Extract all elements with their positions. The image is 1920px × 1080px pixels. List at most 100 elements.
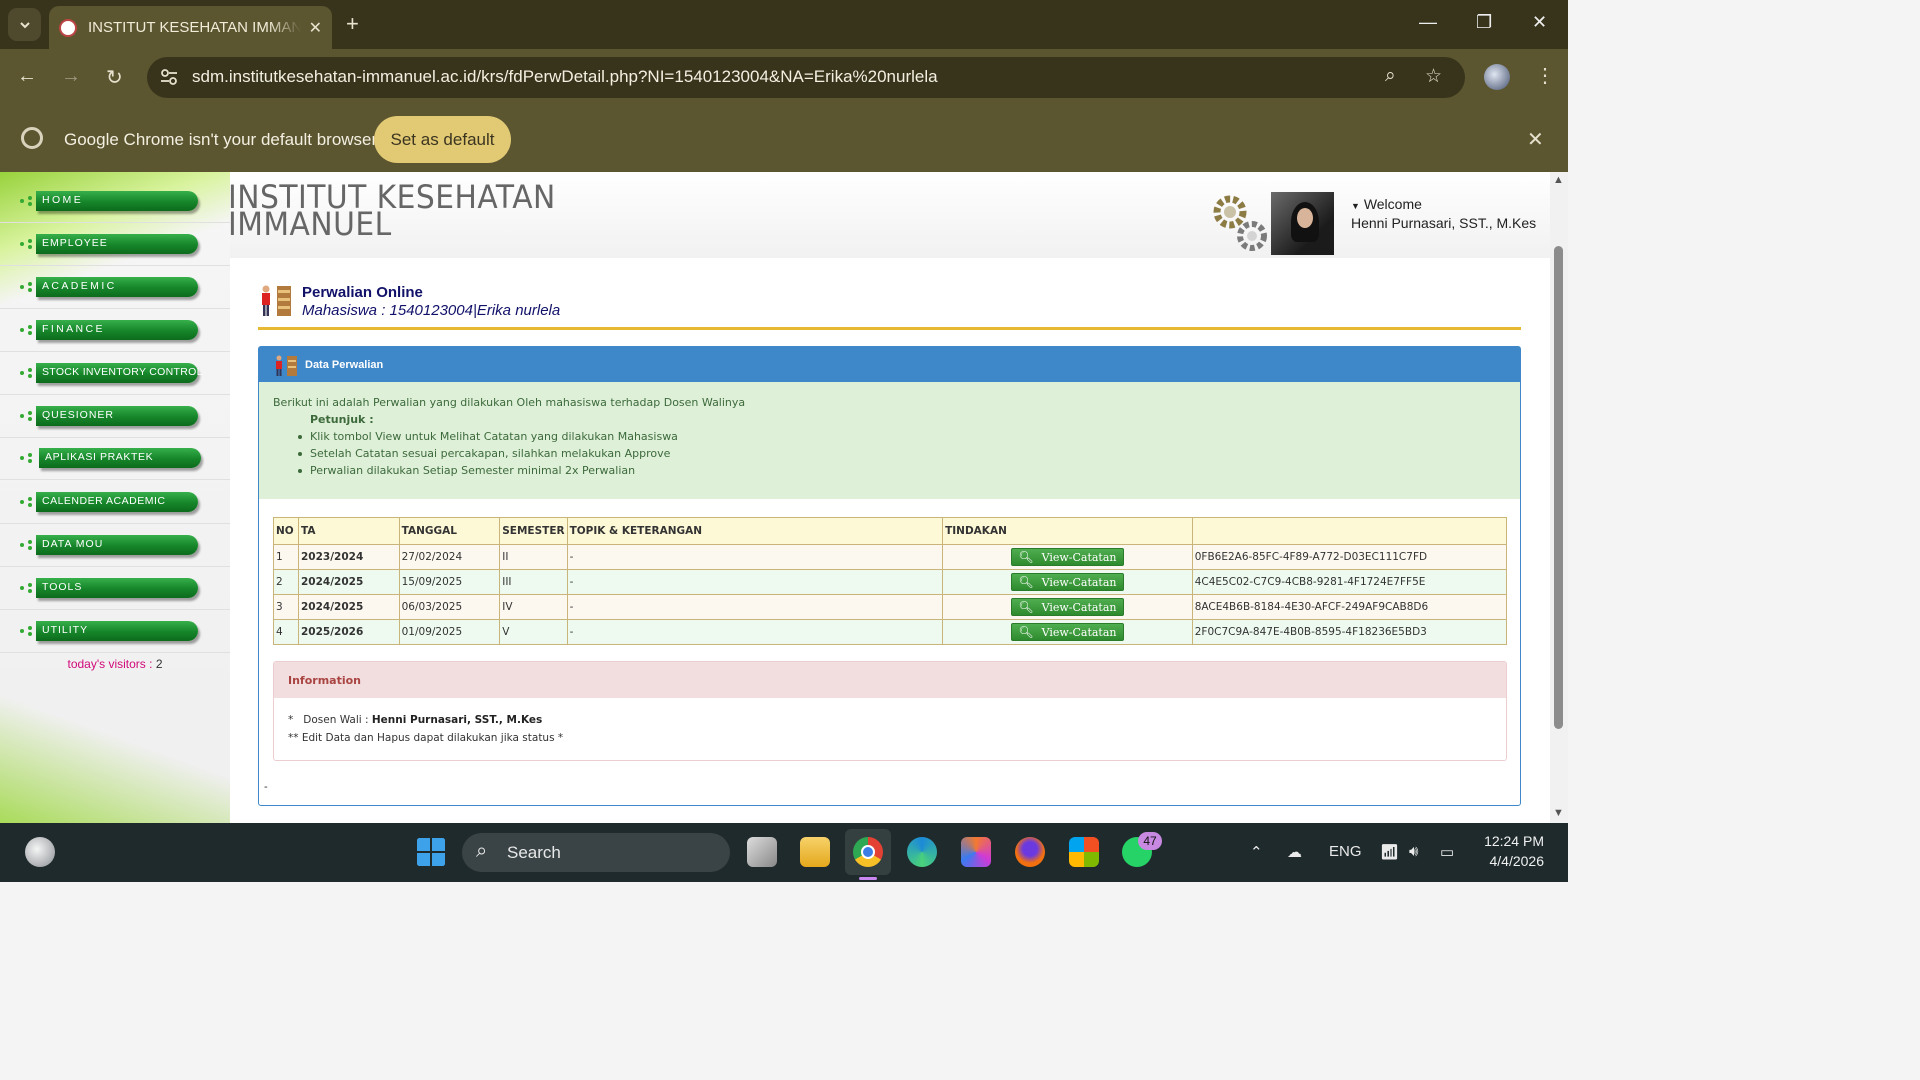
instructions-intro: Berikut ini adalah Perwalian yang dilaku… bbox=[273, 396, 746, 409]
information-title: Information bbox=[274, 662, 1506, 698]
taskbar-search-label: Search bbox=[507, 843, 561, 862]
page-scrollbar[interactable]: ▲ ▼ bbox=[1550, 172, 1568, 823]
scrollbar-thumb[interactable] bbox=[1554, 246, 1563, 729]
share-dots-icon bbox=[20, 368, 32, 378]
sidebar-item-home[interactable]: HOME bbox=[0, 180, 230, 223]
user-menu[interactable]: ▼ Welcome Henni Purnasari, SST., M.Kes bbox=[1351, 196, 1536, 231]
column-header-ta: TA bbox=[297, 517, 400, 545]
tab-search-button[interactable] bbox=[8, 8, 41, 41]
cell-tindakan: 🔍︎ View-Catatan bbox=[942, 619, 1193, 645]
share-dots-icon bbox=[20, 583, 32, 593]
taskbar-search[interactable]: ⌕ Search bbox=[462, 833, 730, 872]
chevron-up-icon[interactable]: ⌃ bbox=[1250, 843, 1263, 861]
cell-id: 0FB6E2A6-85FC-4F89-A772-D03EC111C7FD bbox=[1191, 544, 1508, 570]
default-browser-infobar: Google Chrome isn't your default browser… bbox=[0, 106, 1568, 172]
browser-tab[interactable]: INSTITUT KESEHATAN IMMANUEL ✕ bbox=[49, 6, 332, 49]
view-catatan-button[interactable]: 🔍︎ View-Catatan bbox=[1011, 598, 1124, 616]
cell-tanggal: 15/09/2025 bbox=[398, 569, 501, 595]
information-box: Information * Dosen Wali : Henni Purnasa… bbox=[273, 661, 1507, 761]
sidebar-item-label: APLIKASI PRAKTEK bbox=[39, 448, 201, 468]
sidebar-item-label: CALENDER ACADEMIC bbox=[36, 492, 198, 512]
sidebar-item-tools[interactable]: TOOLS bbox=[0, 567, 230, 610]
more-menu-icon[interactable]: ⋮ bbox=[1535, 63, 1555, 88]
onedrive-cloud-icon[interactable]: ☁ bbox=[1287, 843, 1302, 861]
sidebar-item-stock-inventory-control[interactable]: STOCK INVENTORY CONTROL bbox=[0, 352, 230, 395]
close-tab-icon[interactable]: ✕ bbox=[309, 18, 322, 38]
search-icon: 🔍︎ bbox=[1018, 550, 1034, 564]
panel-title: Data Perwalian bbox=[305, 359, 384, 371]
back-arrow-icon[interactable]: ← bbox=[17, 65, 37, 88]
site-settings-icon[interactable] bbox=[159, 67, 179, 87]
share-dots-icon bbox=[20, 540, 32, 550]
cell-topik: - bbox=[566, 619, 944, 645]
sidebar-item-calender-academic[interactable]: CALENDER ACADEMIC bbox=[0, 481, 230, 524]
close-infobar-icon[interactable]: ✕ bbox=[1527, 127, 1544, 152]
firefox-icon[interactable] bbox=[1015, 837, 1045, 867]
view-catatan-button[interactable]: 🔍︎ View-Catatan bbox=[1011, 548, 1124, 566]
footer-dash: - bbox=[264, 781, 268, 793]
volume-icon[interactable]: 🔊︎ bbox=[1409, 843, 1418, 860]
profile-avatar-icon[interactable] bbox=[1484, 64, 1510, 90]
button-label: View-Catatan bbox=[1041, 600, 1117, 614]
system-clock[interactable]: 12:24 PM 4/4/2026 bbox=[1478, 833, 1544, 873]
address-bar[interactable]: sdm.institutkesehatan-immanuel.ac.id/krs… bbox=[147, 57, 1465, 98]
column-header-topik: TOPIK & KETERANGAN bbox=[566, 517, 944, 545]
sidebar-item-quesioner[interactable]: QUESIONER bbox=[0, 395, 230, 438]
page-viewport: HOME EMPLOYEE ACADEMIC FINANCE STOCK INV… bbox=[0, 172, 1550, 823]
share-dots-icon bbox=[20, 453, 32, 463]
clock-date: 4/4/2026 bbox=[1489, 853, 1545, 869]
sidebar-item-data-mou[interactable]: DATA MOU bbox=[0, 524, 230, 567]
button-label: View-Catatan bbox=[1041, 625, 1117, 639]
site-favicon-icon bbox=[59, 18, 77, 37]
windows-start-icon[interactable] bbox=[416, 837, 446, 867]
panel-header: Data Perwalian bbox=[259, 347, 1520, 382]
view-catatan-button[interactable]: 🔍︎ View-Catatan bbox=[1011, 623, 1124, 641]
column-header-tanggal: TANGGAL bbox=[398, 517, 501, 545]
language-indicator[interactable]: ENG bbox=[1329, 843, 1362, 860]
microsoft-store-icon[interactable] bbox=[1069, 837, 1099, 867]
sidebar-item-aplikasi-praktek[interactable]: APLIKASI PRAKTEK bbox=[0, 437, 230, 480]
cell-topik: - bbox=[566, 569, 944, 595]
view-catatan-button[interactable]: 🔍︎ View-Catatan bbox=[1011, 573, 1124, 591]
share-dots-icon bbox=[20, 196, 32, 206]
minimize-icon[interactable]: — bbox=[1419, 12, 1437, 33]
edge-icon[interactable] bbox=[907, 837, 937, 867]
cell-topik: - bbox=[566, 594, 944, 620]
close-window-icon[interactable]: ✕ bbox=[1532, 12, 1547, 33]
set-as-default-button[interactable]: Set as default bbox=[374, 116, 511, 163]
zoom-icon[interactable]: ⌕ bbox=[1385, 65, 1396, 87]
sidebar-item-academic[interactable]: ACADEMIC bbox=[0, 266, 230, 309]
site-header: INSTITUT KESEHATAN IMMANUEL ▼ Welcome He… bbox=[228, 172, 1550, 258]
user-avatar[interactable] bbox=[1271, 192, 1334, 255]
share-dots-icon bbox=[20, 239, 32, 249]
page-subtitle: Mahasiswa : 1540123004|Erika nurlela bbox=[302, 302, 561, 319]
sidebar-item-label: ACADEMIC bbox=[36, 277, 198, 297]
cell-no: 3 bbox=[273, 594, 299, 620]
forward-arrow-icon[interactable]: → bbox=[61, 65, 81, 88]
bookmark-star-icon[interactable]: ☆ bbox=[1425, 65, 1442, 88]
scroll-up-arrow-icon[interactable]: ▲ bbox=[1553, 174, 1564, 186]
edit-note: ** Edit Data dan Hapus dapat dilakukan j… bbox=[288, 732, 564, 744]
weather-icon[interactable] bbox=[25, 837, 55, 867]
search-icon: 🔍︎ bbox=[1018, 600, 1034, 614]
clock-time: 12:24 PM bbox=[1484, 833, 1544, 849]
file-explorer-icon[interactable] bbox=[800, 837, 830, 867]
share-dots-icon bbox=[20, 325, 32, 335]
windows-taskbar: ⌕ Search 47 ⌃ ☁ ENG 📶︎ 🔊︎ ▭ 12:24 PM 4/4… bbox=[0, 823, 1568, 882]
restore-window-icon[interactable]: ❐ bbox=[1476, 12, 1492, 33]
task-view-icon[interactable] bbox=[747, 837, 777, 867]
cell-id: 8ACE4B6B-8184-4E30-AFCF-249AF9CAB8D6 bbox=[1191, 594, 1508, 620]
url-text[interactable]: sdm.institutkesehatan-immanuel.ac.id/krs… bbox=[192, 67, 938, 87]
copilot-icon[interactable] bbox=[961, 837, 991, 867]
new-tab-button[interactable]: + bbox=[346, 12, 359, 36]
reload-icon[interactable]: ↻ bbox=[106, 65, 123, 90]
wifi-icon[interactable]: 📶︎ bbox=[1380, 843, 1399, 861]
scroll-down-arrow-icon[interactable]: ▼ bbox=[1553, 807, 1564, 819]
cell-ta: 2023/2024 bbox=[297, 544, 400, 570]
sidebar-item-utility[interactable]: UTILITY bbox=[0, 610, 230, 653]
sidebar-item-employee[interactable]: EMPLOYEE bbox=[0, 223, 230, 266]
sidebar-item-label: HOME bbox=[36, 191, 198, 211]
chrome-taskbar-button[interactable] bbox=[845, 829, 891, 875]
sidebar-item-finance[interactable]: FINANCE bbox=[0, 309, 230, 352]
battery-icon[interactable]: ▭ bbox=[1440, 843, 1454, 861]
